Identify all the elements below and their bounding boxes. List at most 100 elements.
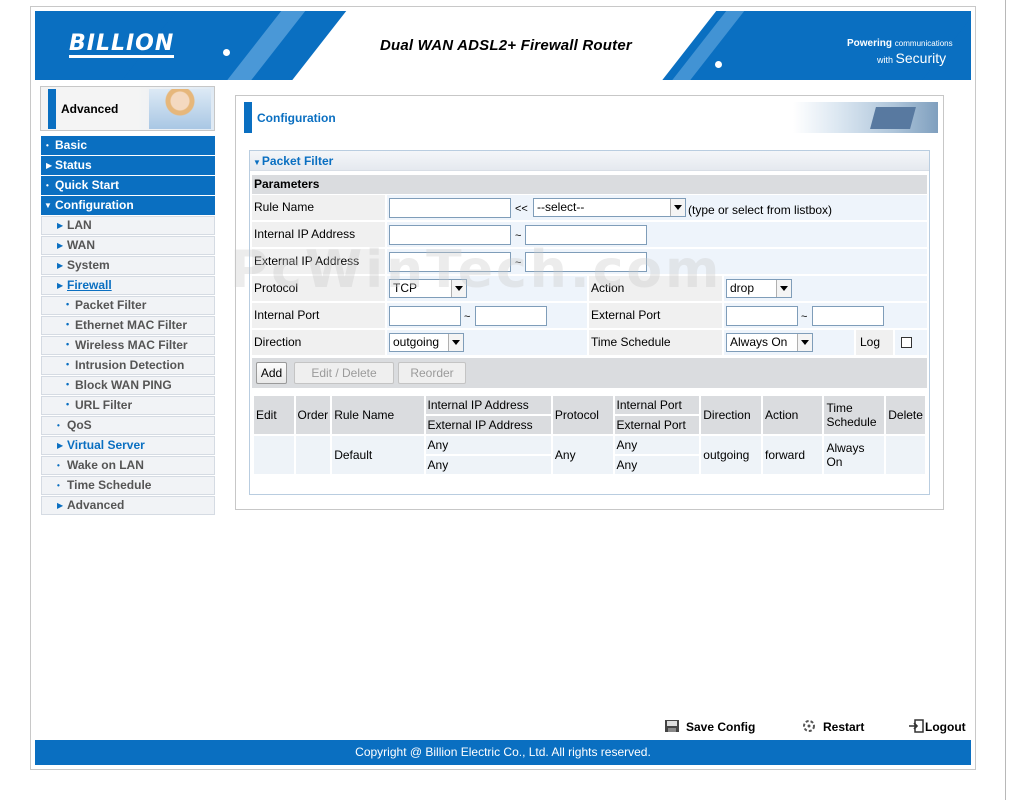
bullet-icon: • <box>66 359 70 369</box>
internal-port-label: Internal Port <box>252 303 385 328</box>
cell-edit[interactable] <box>252 434 296 476</box>
sidebar-item-basic[interactable]: • Basic <box>41 136 215 155</box>
restart-icon <box>801 719 817 733</box>
sidebar-item-wireless-mac-filter[interactable]: • Wireless MAC Filter <box>41 336 215 355</box>
th-edit: Edit <box>252 394 296 436</box>
cell-action: forward <box>760 434 825 476</box>
bullet-icon: • <box>57 481 60 490</box>
external-ip-start-input[interactable] <box>389 252 511 272</box>
sidebar-item-time-schedule[interactable]: • Time Schedule <box>41 476 215 495</box>
triangle-right-icon: ▶ <box>57 261 64 270</box>
sidebar-item-quick-start[interactable]: • Quick Start <box>41 176 215 195</box>
internal-port-start-input[interactable] <box>389 306 461 326</box>
header-banner: BILLION Dual WAN ADSL2+ Firewall Router … <box>35 11 971 80</box>
triangle-down-icon: ▶ <box>57 281 64 290</box>
dropdown-arrow-icon <box>451 280 466 297</box>
external-ip-row: External IP Address ~ <box>252 249 927 274</box>
logout-link[interactable]: Logout <box>908 718 966 738</box>
time-schedule-select[interactable]: Always On <box>726 333 813 352</box>
th-external-ip: External IP Address <box>423 414 553 436</box>
action-select[interactable]: drop <box>726 279 792 298</box>
section-header: Configuration <box>244 102 938 135</box>
tagline-bottom: with Security <box>877 50 947 66</box>
office-image-icon <box>793 102 938 133</box>
sidebar-item-status[interactable]: ▶ Status <box>41 156 215 175</box>
th-direction: Direction <box>699 394 763 436</box>
sidebar-item-virtual-server[interactable]: ▶ Virtual Server <box>41 436 215 455</box>
time-schedule-label: Time Schedule <box>589 330 722 355</box>
parameters-header: Parameters <box>252 175 927 194</box>
external-ip-range-sep: ~ <box>515 257 522 269</box>
external-ip-end-input[interactable] <box>525 252 647 272</box>
triangle-down-icon: ▼ <box>253 158 261 167</box>
add-button[interactable]: Add <box>256 362 287 384</box>
bullet-icon: • <box>66 379 70 389</box>
bullet-icon: • <box>57 421 60 430</box>
footer: Copyright @ Billion Electric Co., Ltd. A… <box>35 740 971 765</box>
sidebar-nav: • Basic ▶ Status • Quick Start ▼ Configurati… <box>41 136 215 516</box>
logout-icon <box>908 719 924 733</box>
mode-label: Advanced <box>61 102 119 116</box>
cell-direction: outgoing <box>699 434 763 476</box>
sidebar-item-qos[interactable]: • QoS <box>41 416 215 435</box>
packet-filter-header[interactable]: ▼Packet Filter <box>250 151 929 171</box>
cell-external-port: Any <box>612 454 702 476</box>
bullet-icon: • <box>46 141 49 150</box>
internal-ip-label: Internal IP Address <box>252 222 385 247</box>
direction-label: Direction <box>252 330 385 355</box>
save-icon <box>664 719 680 733</box>
protocol-select[interactable]: TCP <box>389 279 467 298</box>
bullet-icon: • <box>46 181 49 190</box>
mode-indicator: Advanced <box>40 86 215 131</box>
internal-ip-start-input[interactable] <box>389 225 511 245</box>
th-internal-port: Internal Port <box>612 394 702 416</box>
external-port-end-input[interactable] <box>812 306 884 326</box>
dropdown-arrow-icon <box>797 334 812 351</box>
rules-table: Edit Order Rule Name Internal IP Address… <box>252 394 927 476</box>
log-checkbox[interactable] <box>901 337 912 348</box>
bullet-icon: • <box>57 461 60 470</box>
sidebar-item-ethernet-mac-filter[interactable]: • Ethernet MAC Filter <box>41 316 215 335</box>
bullet-icon: • <box>66 319 70 329</box>
cell-delete[interactable] <box>884 434 927 476</box>
triangle-down-icon: ▼ <box>44 201 52 210</box>
internal-port-range-sep: ~ <box>464 311 471 323</box>
sidebar-item-wake-on-lan[interactable]: • Wake on LAN <box>41 456 215 475</box>
restart-link[interactable]: Restart <box>801 718 864 738</box>
table-row: Default Any Any Any outgoing forward Alw… <box>252 434 927 476</box>
dropdown-arrow-icon <box>670 199 685 216</box>
rule-name-input[interactable] <box>389 198 511 218</box>
external-ip-label: External IP Address <box>252 249 385 274</box>
rule-name-hint: (type or select from listbox) <box>688 203 833 217</box>
button-bar: Add Edit / Delete Reorder <box>252 358 927 388</box>
sidebar-item-packet-filter[interactable]: • Packet Filter <box>41 296 215 315</box>
bullet-icon: • <box>66 339 70 349</box>
direction-select[interactable]: outgoing <box>389 333 464 352</box>
th-delete: Delete <box>884 394 927 436</box>
sidebar-item-intrusion-detection[interactable]: • Intrusion Detection <box>41 356 215 375</box>
triangle-right-icon: ▶ <box>57 241 64 250</box>
edit-delete-button[interactable]: Edit / Delete <box>294 362 394 384</box>
sidebar-item-lan[interactable]: ▶ LAN <box>41 216 215 235</box>
sidebar-item-advanced[interactable]: ▶ Advanced <box>41 496 215 515</box>
external-port-start-input[interactable] <box>726 306 798 326</box>
direction-row: Direction outgoing Time Schedule Always … <box>252 330 927 355</box>
th-external-port: External Port <box>612 414 702 436</box>
rule-name-select[interactable]: --select-- <box>533 198 686 217</box>
cell-rule-name: Default <box>330 434 426 476</box>
cell-internal-port: Any <box>612 434 702 456</box>
internal-port-end-input[interactable] <box>475 306 547 326</box>
internal-ip-end-input[interactable] <box>525 225 647 245</box>
sidebar-item-wan[interactable]: ▶ WAN <box>41 236 215 255</box>
save-config-link[interactable]: Save Config <box>664 718 755 738</box>
triangle-right-icon: ▶ <box>57 221 64 230</box>
sidebar-item-url-filter[interactable]: • URL Filter <box>41 396 215 415</box>
reorder-button[interactable]: Reorder <box>398 362 466 384</box>
sidebar-item-firewall[interactable]: ▶ Firewall <box>41 276 215 295</box>
sidebar-item-block-wan-ping[interactable]: • Block WAN PING <box>41 376 215 395</box>
action-label: Action <box>589 276 722 301</box>
th-protocol: Protocol <box>550 394 615 436</box>
sidebar-item-system[interactable]: ▶ System <box>41 256 215 275</box>
sidebar-item-configuration[interactable]: ▼ Configuration <box>41 196 215 215</box>
th-action: Action <box>760 394 825 436</box>
